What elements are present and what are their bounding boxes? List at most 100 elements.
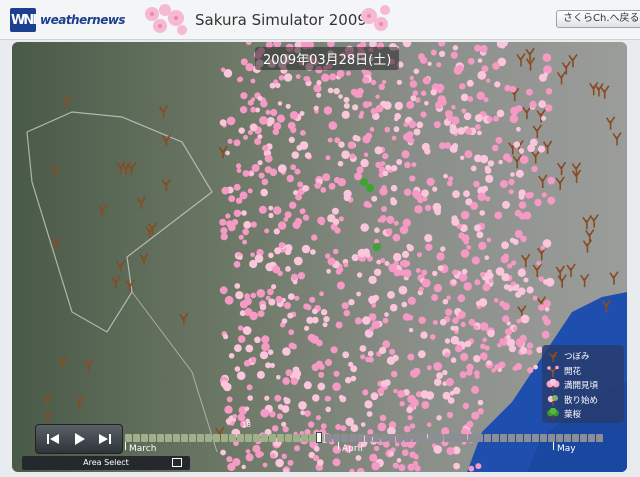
- play-button[interactable]: [68, 429, 90, 449]
- timeline-segment[interactable]: [476, 434, 484, 442]
- cherry-blossom-marker: [382, 152, 389, 160]
- timeline-segment[interactable]: [468, 434, 476, 442]
- cherry-blossom-marker: [315, 360, 323, 368]
- timeline-segment[interactable]: [436, 434, 444, 442]
- timeline-segment[interactable]: [388, 434, 396, 442]
- timeline-segment[interactable]: [220, 434, 228, 442]
- timeline-segment[interactable]: [284, 434, 292, 442]
- timeline-segment[interactable]: [532, 434, 540, 442]
- timeline-segment[interactable]: [516, 434, 524, 442]
- timeline-segment[interactable]: [580, 434, 588, 442]
- timeline-segment[interactable]: [204, 434, 212, 442]
- timeline-segment[interactable]: [148, 434, 156, 442]
- cherry-blossom-marker: [450, 357, 457, 364]
- timeline-segment[interactable]: [125, 434, 132, 442]
- timeline-segment[interactable]: [508, 434, 516, 442]
- cherry-blossom-marker: [385, 228, 393, 235]
- cherry-blossom-marker: [440, 246, 446, 252]
- timeline-segment[interactable]: [228, 434, 236, 442]
- timeline-segment[interactable]: [188, 434, 196, 442]
- timeline-segment[interactable]: [348, 434, 356, 442]
- timeline-segment[interactable]: [180, 434, 188, 442]
- cherry-blossom-marker: [294, 168, 301, 175]
- timeline-segment[interactable]: [164, 434, 172, 442]
- timeline-segment[interactable]: [380, 434, 388, 442]
- timeline-segment[interactable]: [364, 434, 372, 442]
- timeline-segment[interactable]: [276, 434, 284, 442]
- timeline-segment[interactable]: [428, 434, 436, 442]
- timeline-segment[interactable]: [340, 434, 348, 442]
- timeline-segment[interactable]: [260, 434, 268, 442]
- timeline-segment[interactable]: [268, 434, 276, 442]
- timeline-segment[interactable]: [572, 434, 580, 442]
- timeline-segment[interactable]: [372, 434, 380, 442]
- timeline-segment[interactable]: [244, 434, 252, 442]
- timeline-segment[interactable]: [588, 434, 596, 442]
- timeline-segment[interactable]: [308, 434, 316, 442]
- cherry-blossom-marker: [295, 218, 303, 225]
- timeline-segment[interactable]: [484, 434, 492, 442]
- timeline-segment[interactable]: [420, 434, 428, 442]
- cherry-blossom-marker: [242, 228, 250, 236]
- cherry-blossom-marker: [444, 142, 452, 149]
- timeline-segment[interactable]: [324, 434, 332, 442]
- timeline-segment[interactable]: [564, 434, 572, 442]
- timeline-segment[interactable]: [140, 434, 148, 442]
- cherry-blossom-marker: [506, 338, 515, 347]
- timeline-segment[interactable]: [300, 434, 308, 442]
- timeline-segment[interactable]: [556, 434, 564, 442]
- timeline-track[interactable]: [125, 434, 604, 444]
- timeline-segment[interactable]: [404, 434, 412, 442]
- back-to-sakura-channel-button[interactable]: さくらCh.へ戻る: [556, 10, 640, 28]
- timeline-segment[interactable]: [212, 434, 220, 442]
- timeline-segment[interactable]: [196, 434, 204, 442]
- sakura-map[interactable]: 2009年03月28日(土) つぼみ 開花 満開見頃 散り始め 葉桜: [12, 42, 627, 472]
- cherry-blossom-marker: [322, 173, 331, 182]
- step-back-button[interactable]: [42, 429, 64, 449]
- cherry-blossom-marker: [360, 354, 366, 360]
- timeline-slider-thumb[interactable]: [316, 432, 322, 443]
- timeline-segment[interactable]: [500, 434, 508, 442]
- cherry-blossom-marker: [380, 380, 388, 388]
- timeline-segment[interactable]: [292, 434, 300, 442]
- timeline-segment[interactable]: [172, 434, 180, 442]
- timeline-segment[interactable]: [412, 434, 420, 442]
- timeline-segment[interactable]: [460, 434, 468, 442]
- timeline-segment[interactable]: [252, 434, 260, 442]
- timeline-segment[interactable]: [356, 434, 364, 442]
- cherry-blossom-marker: [512, 326, 518, 332]
- cherry-blossom-marker: [365, 356, 371, 363]
- timeline-segment[interactable]: [332, 434, 340, 442]
- timeline-segment[interactable]: [540, 434, 548, 442]
- cherry-blossom-marker: [473, 224, 482, 232]
- cherry-blossom-marker: [407, 353, 415, 361]
- cherry-blossom-marker: [276, 413, 283, 420]
- timeline-segment[interactable]: [548, 434, 556, 442]
- cherry-blossom-marker: [314, 182, 322, 189]
- cherry-blossom-marker: [380, 258, 386, 263]
- timeline-segment[interactable]: [396, 434, 404, 442]
- cherry-blossom-marker: [362, 389, 369, 396]
- cherry-blossom-marker: [478, 241, 487, 250]
- date-timeline[interactable]: 18 March April May: [125, 420, 605, 460]
- timeline-segment[interactable]: [132, 434, 140, 442]
- timeline-segment[interactable]: [524, 434, 532, 442]
- cherry-blossom-marker: [387, 291, 395, 299]
- cherry-blossom-marker: [417, 196, 424, 204]
- map-canvas[interactable]: [12, 42, 627, 472]
- cherry-blossom-marker: [370, 79, 377, 86]
- cherry-blossom-marker: [471, 256, 480, 265]
- cherry-blossom-marker: [343, 102, 350, 109]
- cherry-blossom-marker: [393, 269, 401, 277]
- timeline-segment[interactable]: [236, 434, 244, 442]
- timeline-segment[interactable]: [596, 434, 604, 442]
- cherry-blossom-marker: [424, 234, 433, 243]
- timeline-segment[interactable]: [156, 434, 164, 442]
- timeline-segment[interactable]: [444, 434, 452, 442]
- cherry-blossom-marker: [484, 165, 490, 171]
- timeline-segment[interactable]: [492, 434, 500, 442]
- cherry-blossom-marker: [254, 138, 262, 145]
- timeline-segment[interactable]: [452, 434, 460, 442]
- logo-wordmark: weathernews: [40, 13, 126, 27]
- step-forward-button[interactable]: [94, 429, 116, 449]
